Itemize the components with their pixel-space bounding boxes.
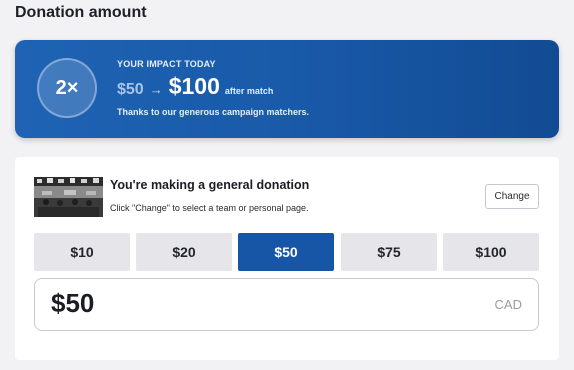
amount-option-100[interactable]: $100: [443, 233, 539, 271]
campaign-thumbnail: [34, 177, 103, 217]
amount-option-10[interactable]: $10: [34, 233, 130, 271]
custom-amount-input[interactable]: $50 CAD: [34, 278, 539, 331]
section-title: Donation amount: [15, 4, 147, 21]
amount-option-75[interactable]: $75: [341, 233, 437, 271]
amount-before-match: $50: [117, 81, 144, 98]
amount-option-20[interactable]: $20: [136, 233, 232, 271]
impact-amounts: $50 → $100 after match: [117, 73, 273, 103]
change-button[interactable]: Change: [485, 184, 539, 209]
amount-input-value: $50: [51, 288, 95, 318]
arrow-right-icon: →: [149, 82, 163, 97]
after-match-label: after match: [224, 86, 274, 96]
amount-after-match: $100: [168, 73, 220, 99]
general-donation-title: You're making a general donation: [110, 178, 310, 192]
general-donation-subtitle: Click "Change" to select a team or perso…: [110, 203, 309, 213]
donation-card: You're making a general donation Click "…: [15, 157, 559, 360]
impact-label: YOUR IMPACT TODAY: [117, 59, 216, 69]
impact-banner: 2× YOUR IMPACT TODAY $50 → $100 after ma…: [15, 40, 559, 138]
currency-label: CAD: [494, 297, 522, 312]
match-multiplier-badge: 2×: [37, 58, 97, 118]
impact-thanks-text: Thanks to our generous campaign matchers…: [117, 107, 310, 117]
amount-option-50[interactable]: $50: [238, 233, 334, 271]
